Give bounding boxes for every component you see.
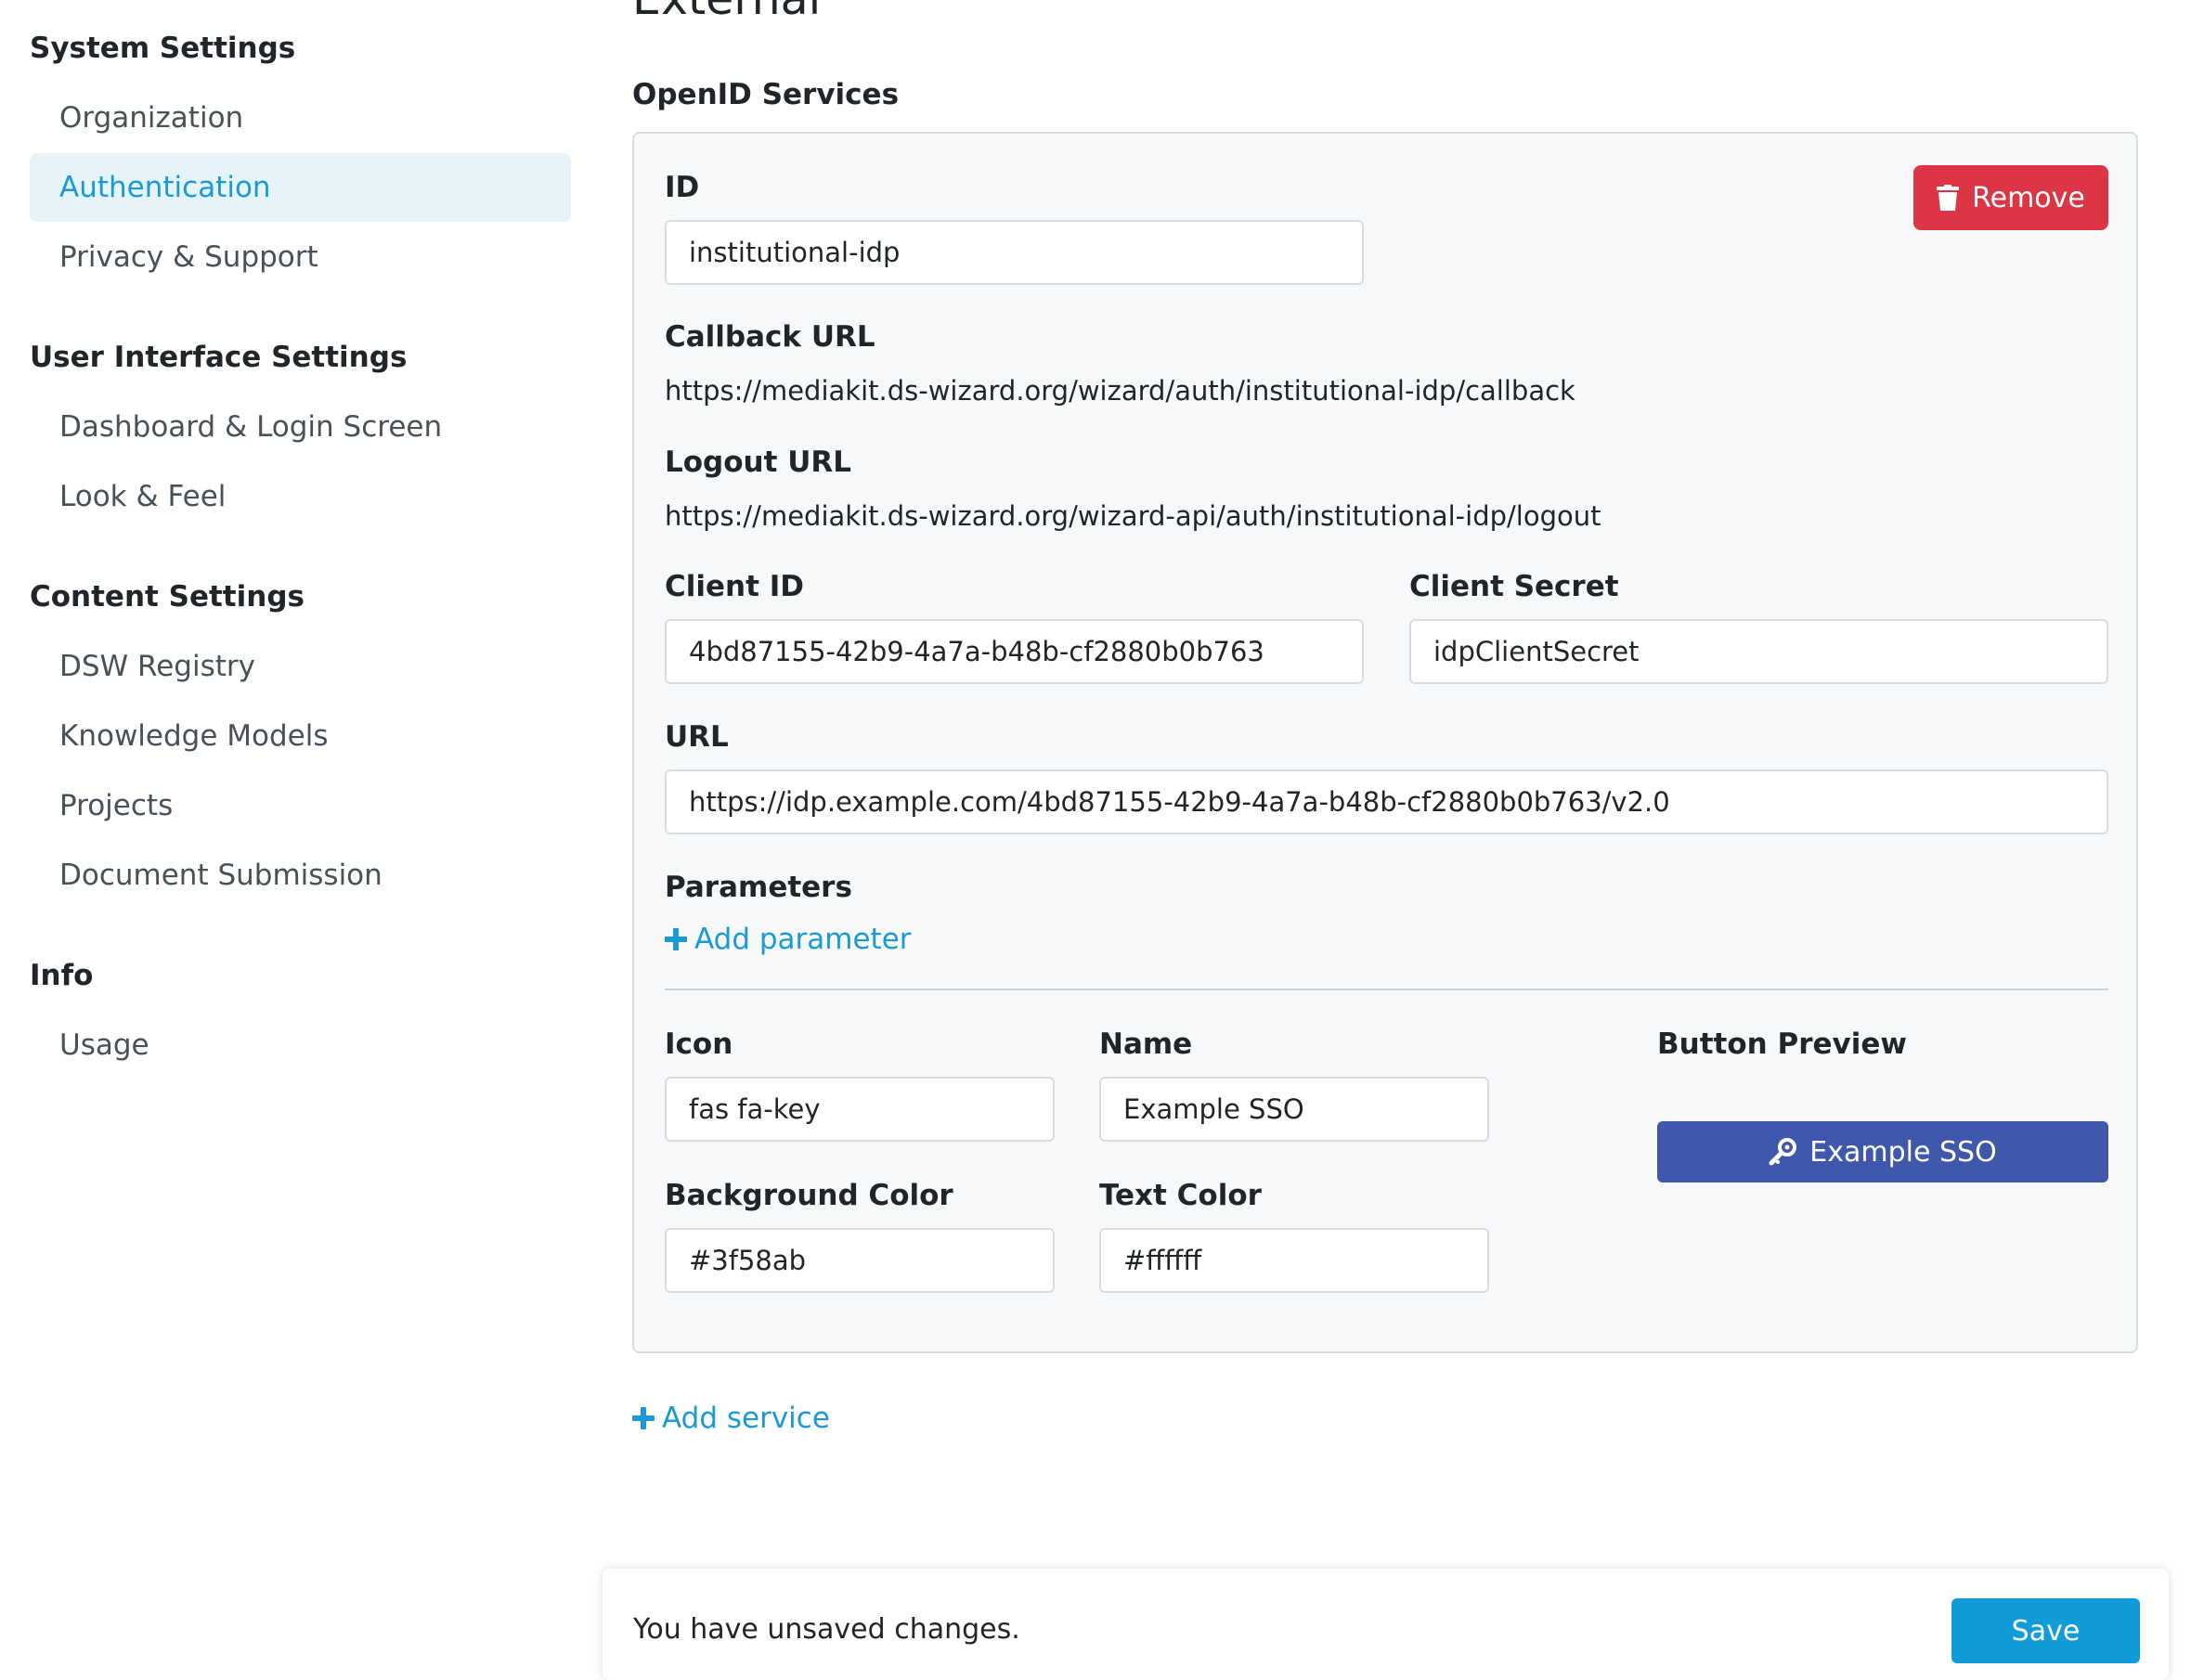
sidebar-group-system-settings: System Settings — [30, 32, 296, 65]
add-parameter-label: Add parameter — [694, 923, 912, 956]
unsaved-changes-message: You have unsaved changes. — [633, 1613, 1020, 1646]
section-divider — [665, 989, 2108, 990]
url-input[interactable] — [665, 769, 2108, 834]
add-parameter-link[interactable]: Add parameter — [665, 923, 912, 956]
client-secret-label: Client Secret — [1409, 570, 1619, 603]
sidebar-item-privacy-support[interactable]: Privacy & Support — [30, 223, 571, 291]
name-label: Name — [1099, 1027, 1193, 1061]
sso-preview-button[interactable]: Example SSO — [1657, 1121, 2108, 1182]
sidebar-group-content-settings: Content Settings — [30, 580, 305, 614]
sidebar-item-usage[interactable]: Usage — [30, 1011, 571, 1079]
sidebar-item-projects[interactable]: Projects — [30, 771, 571, 840]
sidebar-group-ui-settings: User Interface Settings — [30, 341, 408, 374]
parameters-label: Parameters — [665, 871, 852, 904]
plus-icon — [665, 928, 687, 950]
text-color-label: Text Color — [1099, 1179, 1262, 1212]
logout-url-value: https://mediakit.ds-wizard.org/wizard-ap… — [665, 500, 1601, 532]
id-input[interactable] — [665, 220, 1364, 285]
name-input[interactable] — [1099, 1077, 1489, 1142]
callback-url-value: https://mediakit.ds-wizard.org/wizard/au… — [665, 375, 1575, 407]
sidebar-item-dashboard-login[interactable]: Dashboard & Login Screen — [30, 393, 571, 461]
sidebar-item-document-submission[interactable]: Document Submission — [30, 841, 571, 910]
client-id-input[interactable] — [665, 619, 1364, 684]
callback-url-label: Callback URL — [665, 320, 875, 354]
sidebar-item-dsw-registry[interactable]: DSW Registry — [30, 632, 571, 701]
text-color-input[interactable] — [1099, 1228, 1489, 1293]
add-service-label: Add service — [662, 1402, 830, 1435]
sidebar-item-knowledge-models[interactable]: Knowledge Models — [30, 702, 571, 770]
icon-label: Icon — [665, 1027, 733, 1061]
sidebar-item-authentication[interactable]: Authentication — [30, 153, 571, 222]
trash-icon — [1937, 185, 1960, 211]
sidebar-group-info: Info — [30, 959, 94, 992]
sidebar-item-look-feel[interactable]: Look & Feel — [30, 462, 571, 531]
sidebar-item-organization[interactable]: Organization — [30, 84, 571, 152]
background-color-input[interactable] — [665, 1228, 1055, 1293]
url-label: URL — [665, 720, 729, 754]
openid-service-card: ID Remove Callback URL https://mediakit.… — [632, 132, 2138, 1353]
unsaved-changes-bar: You have unsaved changes. Save — [603, 1569, 2169, 1680]
openid-services-heading: OpenID Services — [632, 78, 900, 111]
logout-url-label: Logout URL — [665, 446, 852, 479]
background-color-label: Background Color — [665, 1179, 953, 1212]
add-service-link[interactable]: Add service — [632, 1402, 830, 1435]
remove-button-label: Remove — [1972, 181, 2085, 214]
client-secret-input[interactable] — [1409, 619, 2108, 684]
save-button[interactable]: Save — [1951, 1598, 2140, 1663]
sso-preview-button-label: Example SSO — [1809, 1135, 1997, 1169]
plus-icon — [632, 1407, 655, 1429]
key-icon — [1769, 1138, 1797, 1166]
remove-button[interactable]: Remove — [1913, 165, 2108, 230]
button-preview-label: Button Preview — [1657, 1027, 1908, 1061]
page-title: External — [632, 0, 821, 27]
client-id-label: Client ID — [665, 570, 804, 603]
icon-input[interactable] — [665, 1077, 1055, 1142]
id-label: ID — [665, 171, 700, 204]
